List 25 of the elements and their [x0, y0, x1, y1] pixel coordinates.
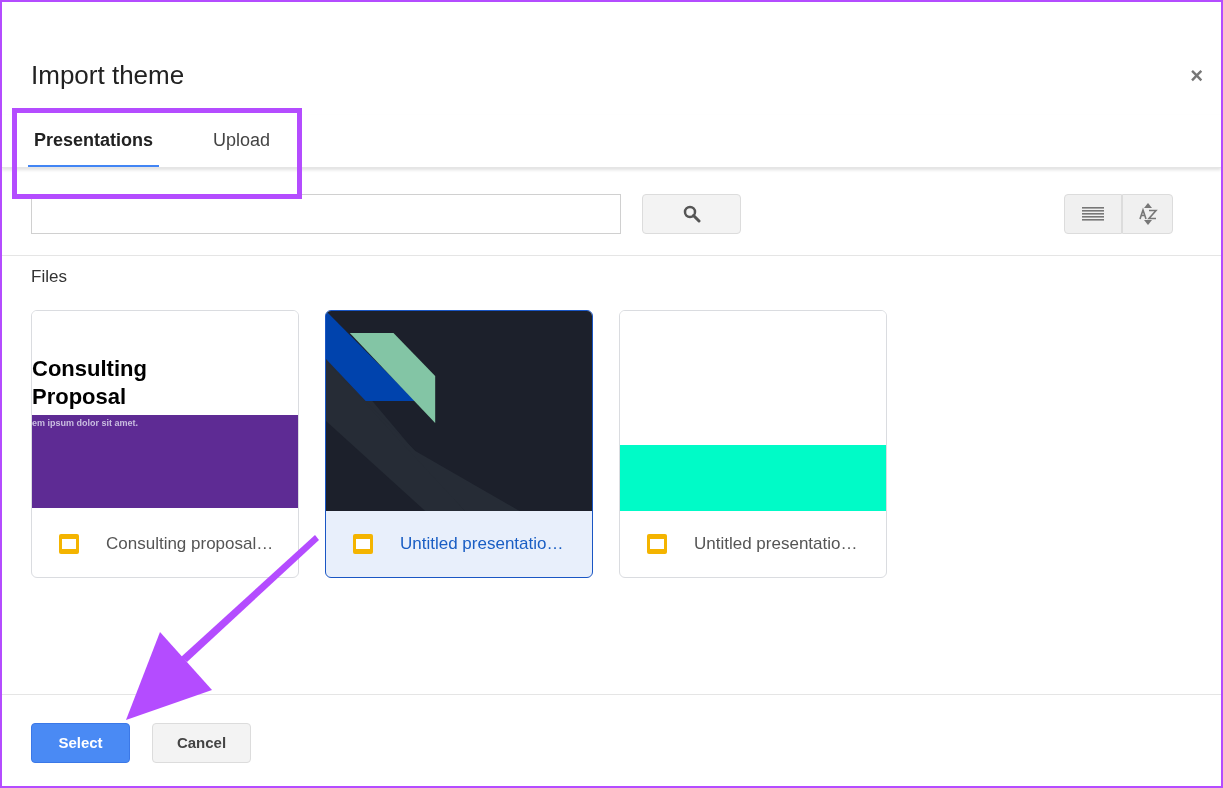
slides-icon	[646, 532, 668, 555]
sort-button[interactable]	[1122, 194, 1173, 234]
sort-icon	[1137, 202, 1158, 226]
file-card[interactable]: Untitled presentatio…	[619, 309, 887, 578]
file-name: Untitled presentatio…	[694, 532, 858, 555]
search-field[interactable]	[31, 194, 621, 234]
search-button[interactable]	[642, 194, 741, 234]
file-name: Consulting proposal…	[106, 532, 274, 555]
slide-title: Consulting	[32, 354, 147, 383]
tab[interactable]: Upload	[207, 115, 277, 167]
file-card[interactable]: Untitled presentatio…	[325, 309, 593, 578]
section-label: Files	[31, 267, 67, 286]
tab[interactable]: Presentations	[28, 115, 160, 167]
close-button[interactable]: ×	[1190, 59, 1203, 92]
file-name: Untitled presentatio…	[400, 532, 564, 555]
slide-title: Proposal	[32, 382, 128, 411]
search-icon	[682, 205, 701, 223]
slides-icon	[58, 532, 80, 555]
list-icon	[1082, 206, 1104, 222]
cancel-button[interactable]: Cancel	[152, 723, 251, 763]
list-view-button[interactable]	[1064, 194, 1122, 234]
slides-icon	[352, 532, 374, 555]
file-card[interactable]: Consulting Proposal em ipsum dolor sit amet. Consulting proposal…	[31, 309, 299, 578]
dialog-title: Import theme	[31, 59, 185, 92]
slide-subtitle: em ipsum dolor sit amet.	[32, 416, 140, 430]
